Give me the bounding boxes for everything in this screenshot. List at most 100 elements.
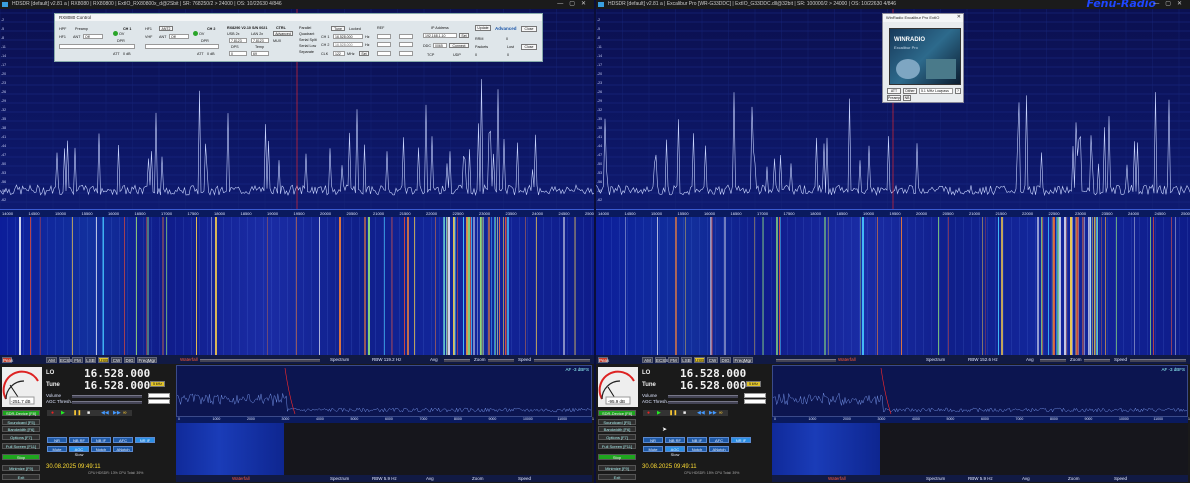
ref-select-5[interactable] [399, 42, 413, 47]
ant2-button[interactable]: ANT2 [159, 26, 173, 31]
rx8080-panel-title[interactable]: RX8080 Control [55, 14, 542, 21]
left-audio-spectrum[interactable]: AF -3 dBFS [176, 365, 592, 417]
l-mode-dig-button[interactable]: DIG [124, 357, 135, 363]
left-agc-slider[interactable] [72, 401, 142, 404]
right-pause-icon[interactable]: ❚❚ [669, 410, 677, 416]
l-side-button-6[interactable]: Minimize [F9] [2, 465, 40, 471]
right-window-controls[interactable]: —▢✕ [1153, 0, 1188, 9]
left-volume-slider[interactable] [72, 395, 142, 398]
r-dsp-button-3[interactable]: AFC [709, 437, 729, 443]
r-agc-button-3[interactable]: ANotch [709, 446, 729, 452]
r-mode-lsb-button[interactable]: LSB [681, 357, 692, 363]
right-zoom-slider[interactable] [1084, 359, 1110, 362]
l-side-button-7[interactable]: Exit [2, 474, 40, 480]
udp-radio[interactable]: UDP [453, 53, 461, 57]
left-pause-icon[interactable]: ❚❚ [73, 410, 81, 416]
left-stop-icon[interactable]: ■ [87, 410, 90, 416]
connect-button[interactable]: Connect [449, 43, 469, 48]
right-tune-frequency[interactable]: 16.528.000 [680, 379, 746, 392]
left-avg-slider[interactable] [444, 359, 470, 362]
serial-split-radio[interactable]: Serial Split [299, 38, 317, 42]
right-volume-box[interactable] [744, 393, 766, 398]
l-dsp-button-1[interactable]: NB RF [69, 437, 89, 443]
right-avg-slider[interactable] [1040, 359, 1066, 362]
lan-radio[interactable]: LAN 2x [251, 32, 263, 36]
l-dsp-button-4[interactable]: NR IF [135, 437, 155, 443]
right-title-bar[interactable]: HDSDR [default] v2.81 a | Excalibur Pro … [596, 0, 1190, 9]
l-mode-am-button[interactable]: AM [46, 357, 57, 363]
left-loop-icon[interactable]: ∞ [123, 410, 127, 416]
ref-checkbox[interactable]: REF [377, 26, 384, 30]
l-dsp-button-0[interactable]: NR [47, 437, 67, 443]
hpf-checkbox[interactable]: HPF [59, 27, 66, 31]
left-peak-button[interactable]: Peak [2, 357, 13, 363]
r-side-button-4[interactable]: Full Screen [F11] [598, 443, 636, 449]
help-button[interactable]: ? [955, 88, 961, 94]
separate-radio[interactable]: Separate [299, 50, 314, 54]
l-agc-button-3[interactable]: ANotch [113, 446, 133, 452]
r-mode-dig-button[interactable]: DIG [720, 357, 731, 363]
winradio-window-title[interactable]: WinRadio Excalibur Pro ExtIO [883, 14, 963, 22]
ant-select[interactable]: Off [83, 34, 103, 39]
left-forward-icon[interactable]: ▶▶ [113, 410, 121, 416]
right-record-icon[interactable]: ● [647, 410, 650, 416]
l-side-button-5[interactable]: Stop [2, 454, 40, 460]
r-dsp-button-2[interactable]: NB IF [687, 437, 707, 443]
tune-button[interactable]: Tune [331, 26, 345, 31]
left-play-icon[interactable]: ▶ [61, 410, 65, 416]
ip-address-input[interactable]: 192.168.1.10 [423, 33, 457, 38]
r-agc-button-0[interactable]: Mute [643, 446, 663, 452]
r-mode-usb-button[interactable]: USB [694, 357, 705, 363]
l-side-button-2[interactable]: Bandwidth [F6] [2, 426, 40, 432]
right-stop-icon[interactable]: ■ [683, 410, 686, 416]
left-agc-box[interactable] [148, 399, 170, 404]
l-mode-fm-button[interactable]: FM [72, 357, 83, 363]
usb-radio[interactable]: USB 2x [227, 32, 240, 36]
nb-button[interactable]: NB [903, 95, 911, 101]
right-play-icon[interactable]: ▶ [657, 410, 661, 416]
ref-select-2[interactable] [377, 42, 391, 47]
r-mode-cw-button[interactable]: CW [707, 357, 718, 363]
left-zoom-slider[interactable] [488, 359, 514, 362]
ch2-hf-radio[interactable]: HF1 [145, 27, 152, 31]
right-agc-slider[interactable] [668, 401, 738, 404]
ip-set-button[interactable]: Set [459, 33, 469, 38]
ch1-filter-field[interactable] [59, 44, 135, 49]
l-agc-button-2[interactable]: Notch [91, 446, 111, 452]
left-transport-controls[interactable]: ● ▶ ❚❚ ■ ◀◀ ▶▶ ∞ [47, 410, 132, 416]
l-mode-cw-button[interactable]: CW [111, 357, 122, 363]
l-mode-usb-button[interactable]: USB [98, 357, 109, 363]
left-record-icon[interactable]: ● [51, 410, 54, 416]
l-side-button-0[interactable]: SDR-Device [F8] [2, 410, 40, 416]
ch2-vhf-radio[interactable]: VHF [145, 35, 152, 39]
ddc-input[interactable]: 0065 [433, 43, 447, 48]
r-dsp-button-0[interactable]: NR [643, 437, 663, 443]
l-side-button-4[interactable]: Full Screen [F11] [2, 443, 40, 449]
right-step-button[interactable]: 5 kHz [746, 381, 761, 387]
right-volume-slider[interactable] [668, 395, 738, 398]
l-side-button-3[interactable]: Options [F7] [2, 434, 40, 440]
left-waterfall[interactable] [0, 217, 594, 355]
clk-set-button[interactable]: Set [359, 51, 369, 56]
ch2-freq-input[interactable]: 16.528.000 [333, 42, 363, 47]
l-mode-freqmgr-button[interactable]: FreqMgr [137, 357, 157, 363]
r-dsp-button-1[interactable]: NB RF [665, 437, 685, 443]
locked-checkbox[interactable]: Locked [349, 27, 361, 31]
r-dsp-button-4[interactable]: NR IF [731, 437, 751, 443]
clk-input[interactable]: 122 [333, 51, 345, 56]
right-transport-controls[interactable]: ● ▶ ❚❚ ■ ◀◀ ▶▶ ∞ [643, 410, 728, 416]
r-side-button-3[interactable]: Options [F7] [598, 434, 636, 440]
ctrl-advanced-button[interactable]: Advanced [273, 31, 293, 36]
l-agc-button-1[interactable]: AGC Slow [69, 446, 89, 457]
close-button-2[interactable]: Close [521, 44, 537, 50]
close-button-1[interactable]: Close [521, 26, 537, 32]
right-audio-spectrum[interactable]: AF -3 dBFS [772, 365, 1188, 417]
quadrant-radio[interactable]: Quadrant [299, 32, 314, 36]
r-mode-ecss-button[interactable]: ECSS [655, 357, 668, 363]
left-tune-frequency[interactable]: 16.528.000 [84, 379, 150, 392]
left-volume-box[interactable] [148, 393, 170, 398]
r-side-button-1[interactable]: Soundcard [F5] [598, 419, 636, 425]
right-waterfall-slider[interactable] [776, 359, 836, 362]
right-audio-waterfall[interactable] [772, 423, 880, 475]
left-title-bar[interactable]: HDSDR [default] v2.81 a | RX8080 | RX808… [0, 0, 594, 9]
